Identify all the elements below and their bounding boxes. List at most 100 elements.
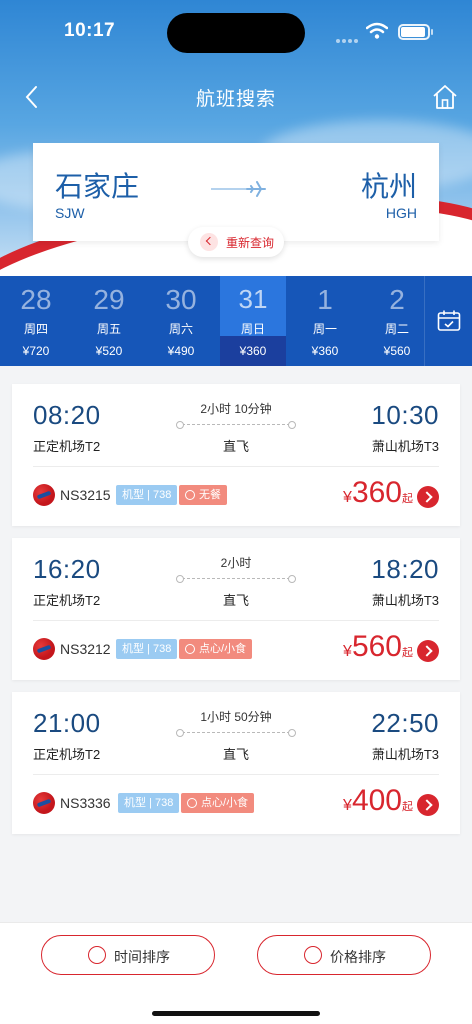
meal-tag-label: 无餐 [199,489,221,501]
route-line [176,421,296,429]
requery-label: 重新查询 [226,236,275,250]
date-weekday: 周日 [240,322,265,336]
flight-number: NS3336 [60,795,111,811]
sort-by-time-button[interactable]: 时间排序 [41,935,215,975]
date-price: ¥360 [239,344,267,358]
date-item[interactable]: 28 周四 ¥720 [3,276,69,366]
chevron-right-icon[interactable] [417,640,439,662]
flight-number: NS3215 [60,487,111,503]
airline-logo [33,484,55,506]
date-day: 2 [389,284,405,315]
departure-time: 21:00 [33,708,101,738]
date-price: ¥720 [22,344,50,358]
calendar-button[interactable] [424,276,472,366]
sort-by-price-label: 价格排序 [330,949,386,965]
flight-price: ¥400起 [343,784,413,818]
meal-tag: 无餐 [179,485,227,505]
status-time: 10:17 [64,20,116,41]
date-day: 28 [20,284,52,315]
date-day: 1 [317,284,333,315]
flight-price: ¥360起 [343,476,413,510]
date-strip: 28 周四 ¥720 29 周五 ¥520 30 周六 ¥490 31 周日 ¥… [0,276,472,366]
departure-airport: 正定机场T2 [33,439,101,454]
chevron-left-icon [200,233,218,251]
flight-card[interactable]: 21:00 1小时 50分钟 22:50 正定机场T2 直飞 萧山机场T3 NS… [12,692,460,834]
departure-airport: 正定机场T2 [33,593,101,608]
yen-icon [304,946,322,964]
sort-by-price-button[interactable]: 价格排序 [257,935,431,975]
wifi-icon [366,22,388,39]
clock-icon [88,946,106,964]
requery-button[interactable]: 重新查询 [188,227,284,257]
date-item[interactable]: 2 周二 ¥560 [364,276,430,366]
flight-list: 08:20 2小时 10分钟 10:30 正定机场T2 直飞 萧山机场T3 NS… [0,366,472,922]
aircraft-tag: 机型 | 738 [116,639,178,659]
date-weekday: 周一 [312,322,337,336]
signal-icon [336,30,360,48]
to-city[interactable]: 杭州 [361,165,417,205]
to-code: HGH [385,205,417,221]
price-currency: ¥ [343,489,352,506]
arrival-airport: 萧山机场T3 [371,593,439,608]
arrival-time: 22:50 [371,708,439,738]
date-weekday: 周六 [168,322,193,336]
date-price: ¥520 [95,344,123,358]
flight-price: ¥560起 [343,630,413,664]
price-value: 360 [351,476,402,509]
departure-time: 08:20 [33,400,101,430]
flight-stop-type: 直飞 [222,439,249,454]
status-bar: 10:17 [0,0,472,64]
date-weekday: 周五 [96,322,121,336]
date-day: 29 [93,284,125,315]
date-price: ¥560 [383,344,411,358]
date-price: ¥360 [311,344,339,358]
sort-by-time-label: 时间排序 [114,949,170,965]
arrival-airport: 萧山机场T3 [371,747,439,762]
departure-airport: 正定机场T2 [33,747,101,762]
meal-tag-label: 点心/小食 [201,797,249,809]
arrival-time: 10:30 [371,400,439,430]
date-item[interactable]: 30 周六 ¥490 [148,276,214,366]
price-currency: ¥ [343,797,352,814]
departure-time: 16:20 [33,554,101,584]
meal-tag: 点心/小食 [181,793,255,813]
nav-bar: 航班搜索 [0,74,472,120]
price-value: 560 [351,630,402,663]
home-icon[interactable] [430,82,460,112]
meal-tag: 点心/小食 [179,639,253,659]
date-weekday: 周四 [23,322,48,336]
meal-icon [185,644,195,654]
date-day: 30 [165,284,197,315]
calendar-icon [437,310,461,331]
meal-tag-label: 点心/小食 [199,643,247,655]
price-suffix: 起 [402,493,413,505]
price-suffix: 起 [402,647,413,659]
date-item[interactable]: 1 周一 ¥360 [292,276,358,366]
date-weekday: 周二 [384,322,409,336]
from-code: SJW [55,205,85,221]
chevron-right-icon[interactable] [417,794,439,816]
flight-duration: 2小时 [220,556,252,570]
chevron-right-icon[interactable] [417,486,439,508]
dynamic-island [167,13,305,53]
flight-duration: 1小时 50分钟 [200,710,272,724]
airline-logo [33,638,55,660]
aircraft-tag: 机型 | 738 [118,793,180,813]
price-suffix: 起 [402,801,413,813]
route-line [176,575,296,583]
flight-stop-type: 直飞 [222,593,249,608]
date-item-selected[interactable]: 31 周日 ¥360 [220,276,286,366]
flight-stop-type: 直飞 [222,747,249,762]
home-indicator [152,1011,320,1016]
meal-icon [187,798,197,808]
flight-card[interactable]: 16:20 2小时 18:20 正定机场T2 直飞 萧山机场T3 NS3212 … [12,538,460,680]
route-line [176,729,296,737]
from-city[interactable]: 石家庄 [55,165,139,205]
sort-bar: 时间排序 价格排序 [0,922,472,1024]
arrival-time: 18:20 [371,554,439,584]
flight-card[interactable]: 08:20 2小时 10分钟 10:30 正定机场T2 直飞 萧山机场T3 NS… [12,384,460,526]
date-day: 31 [238,284,268,314]
date-item[interactable]: 29 周五 ¥520 [76,276,142,366]
aircraft-tag: 机型 | 738 [116,485,178,505]
flight-number: NS3212 [60,641,111,657]
